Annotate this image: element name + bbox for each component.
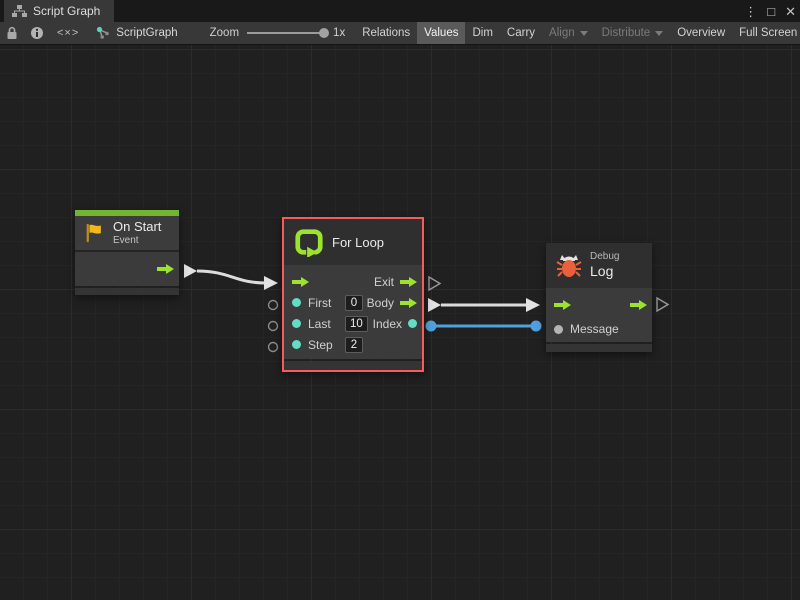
port-row-first-body: First 0 Body (284, 292, 422, 313)
value-port-icon (554, 325, 563, 334)
node-footer (284, 361, 422, 370)
node-for-loop[interactable]: For Loop Exit First (282, 217, 424, 372)
node-category: Debug (590, 251, 619, 263)
window-menu-icon[interactable]: ⋮ (744, 5, 757, 18)
node-title: Log (590, 263, 619, 279)
toolbar-button-dim[interactable]: Dim (465, 22, 499, 44)
first-value-field[interactable]: 0 (345, 295, 363, 311)
node-footer (75, 288, 179, 295)
exit-port-stub-icon[interactable] (429, 277, 440, 290)
tab-title: Script Graph (33, 4, 100, 18)
lock-button[interactable] (0, 22, 24, 44)
debug-exit-port-stub-icon[interactable] (657, 298, 668, 311)
info-icon (30, 26, 44, 40)
code-view-button[interactable]: <×> (50, 22, 86, 44)
node-title: For Loop (332, 235, 384, 250)
port-row-last-index: Last 10 Index (284, 313, 422, 334)
zoom-slider[interactable] (247, 32, 325, 34)
node-on-start[interactable]: On Start Event (75, 210, 179, 295)
value-port-icon (292, 319, 301, 328)
tab-script-graph[interactable]: Script Graph (4, 0, 114, 22)
step-port-stub-icon[interactable] (269, 343, 278, 352)
flow-arrow-icon (554, 299, 571, 311)
node-subtitle: Event (113, 235, 161, 246)
body-output-port[interactable]: Body (367, 296, 417, 310)
node-title: On Start (113, 220, 161, 235)
value-port-icon (292, 340, 301, 349)
zoom-value: 1x (333, 27, 345, 39)
enter-input-port[interactable] (292, 276, 309, 288)
window-maximize-icon[interactable]: □ (767, 5, 775, 18)
first-input-port[interactable]: First 0 (292, 295, 363, 311)
info-button[interactable] (24, 22, 50, 44)
toolbar-button-distribute[interactable]: Distribute (595, 22, 671, 44)
exit-output-port[interactable]: Exit (374, 275, 417, 289)
step-input-port[interactable]: Step 2 (292, 337, 363, 353)
last-input-port[interactable]: Last 10 (292, 316, 368, 332)
step-value-field[interactable]: 2 (345, 337, 363, 353)
flow-arrow-icon (292, 276, 309, 288)
window-tab-bar: Script Graph ⋮ □ ✕ (0, 0, 800, 22)
graph-canvas[interactable]: On Start Event For Loop (0, 45, 800, 600)
connection-onstart-to-forloop[interactable] (184, 264, 278, 290)
flow-arrow-icon (157, 263, 174, 275)
port-row-message: Message (546, 316, 652, 342)
toolbar-button-fullscreen[interactable]: Full Screen (732, 22, 800, 44)
graph-toolbar: <×> ScriptGraph Zoom 1x Relations Values… (0, 22, 800, 45)
script-graph-icon (96, 26, 110, 40)
exit-output-port[interactable] (630, 299, 647, 311)
value-port-icon (408, 319, 417, 328)
port-row-enter-exit: Exit (284, 271, 422, 292)
lock-icon (6, 26, 18, 40)
connection-index-to-message[interactable] (426, 321, 542, 332)
toolbar-button-values[interactable]: Values (417, 22, 465, 44)
graph-breadcrumb-group: ScriptGraph Zoom 1x (86, 22, 355, 44)
last-port-stub-icon[interactable] (269, 322, 278, 331)
dropdown-caret-icon (580, 31, 588, 36)
bug-icon (556, 253, 582, 279)
port-row-enter-exit (546, 294, 652, 316)
index-output-port[interactable]: Index (373, 317, 417, 331)
connection-body-to-debuglog[interactable] (428, 298, 540, 312)
toolbar-button-overview[interactable]: Overview (670, 22, 732, 44)
node-footer (546, 344, 652, 352)
node-debug-log[interactable]: Debug Log Message (546, 243, 652, 352)
flow-arrow-icon (630, 299, 647, 311)
trigger-output-port[interactable] (157, 263, 174, 275)
flow-arrow-icon (400, 276, 417, 288)
toolbar-button-relations[interactable]: Relations (355, 22, 417, 44)
enter-input-port[interactable] (554, 299, 571, 311)
code-icon: <×> (57, 27, 79, 39)
value-port-icon (292, 298, 301, 307)
last-value-field[interactable]: 10 (345, 316, 368, 332)
port-row-step: Step 2 (284, 334, 422, 355)
zoom-label: Zoom (210, 27, 239, 39)
flag-icon (83, 222, 105, 244)
message-input-port[interactable]: Message (554, 322, 619, 336)
first-port-stub-icon[interactable] (269, 301, 278, 310)
window-close-icon[interactable]: ✕ (785, 5, 796, 18)
toolbar-button-align[interactable]: Align (542, 22, 595, 44)
toolbar-button-carry[interactable]: Carry (500, 22, 542, 44)
flow-arrow-icon (400, 297, 417, 309)
loop-icon (294, 227, 324, 257)
zoom-slider-handle[interactable] (319, 28, 329, 38)
graph-name-breadcrumb[interactable]: ScriptGraph (116, 27, 177, 39)
dropdown-caret-icon (655, 31, 663, 36)
graph-tree-icon (12, 5, 27, 18)
